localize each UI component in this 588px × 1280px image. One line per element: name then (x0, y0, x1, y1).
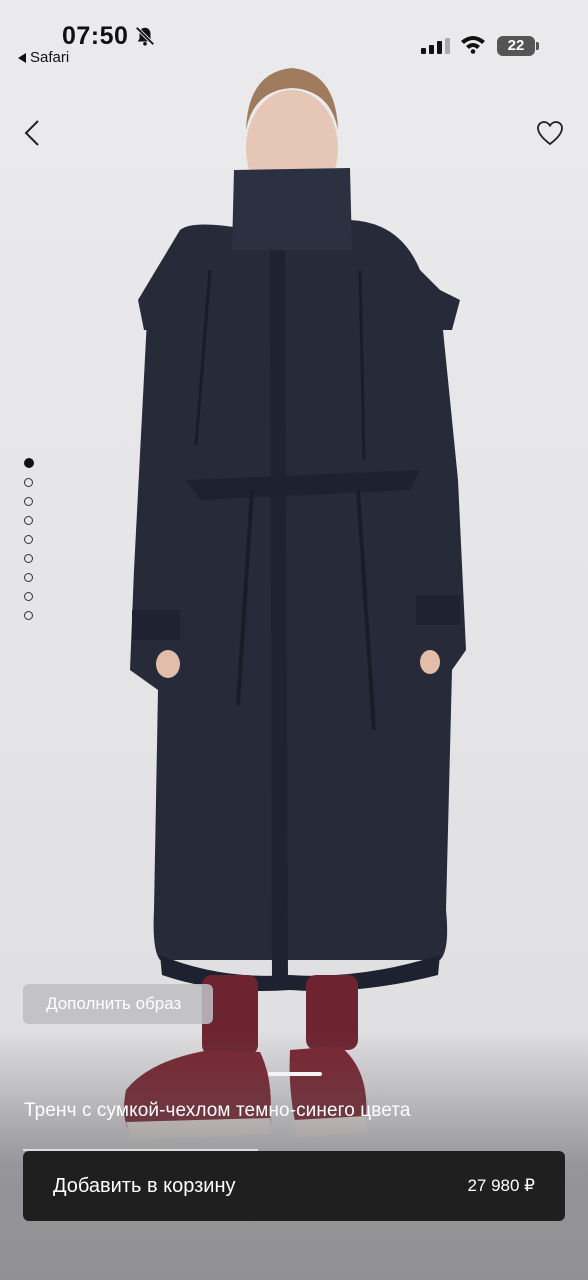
pager-dot[interactable] (24, 573, 33, 582)
back-app-label: Safari (30, 49, 70, 66)
gallery-pager[interactable] (24, 458, 34, 620)
product-price: 27 980 ₽ (467, 1176, 535, 1195)
back-triangle-icon (18, 52, 26, 63)
wifi-icon (461, 36, 485, 54)
pager-dot[interactable] (24, 554, 33, 563)
pager-dot[interactable] (24, 592, 33, 601)
pager-dot[interactable] (24, 458, 34, 468)
back-to-safari[interactable]: Safari (18, 49, 69, 66)
sheet-handle[interactable] (268, 1072, 322, 1076)
add-to-cart-button[interactable]: Добавить в корзину 27 980 ₽ (23, 1151, 565, 1221)
product-screen: 07:50 Safari 22 Дополнить образ Тренч с … (0, 0, 588, 1280)
pager-dot[interactable] (24, 535, 33, 544)
pager-dot[interactable] (24, 516, 33, 525)
bell-slash-icon (135, 26, 155, 46)
add-to-cart-label: Добавить в корзину (53, 1175, 236, 1197)
complete-look-button[interactable]: Дополнить образ (23, 984, 213, 1024)
pager-dot[interactable] (24, 497, 33, 506)
status-time: 07:50 (62, 22, 129, 50)
status-bar: 07:50 Safari 22 (0, 0, 588, 70)
chevron-left-icon[interactable] (22, 118, 44, 148)
pager-dot[interactable] (24, 478, 33, 487)
cellular-signal-icon (421, 38, 450, 54)
battery-indicator: 22 (497, 36, 539, 56)
pager-dot[interactable] (24, 611, 33, 620)
product-title: Тренч с сумкой-чехлом темно-синего цвета (24, 1100, 411, 1121)
heart-icon[interactable] (536, 120, 564, 146)
